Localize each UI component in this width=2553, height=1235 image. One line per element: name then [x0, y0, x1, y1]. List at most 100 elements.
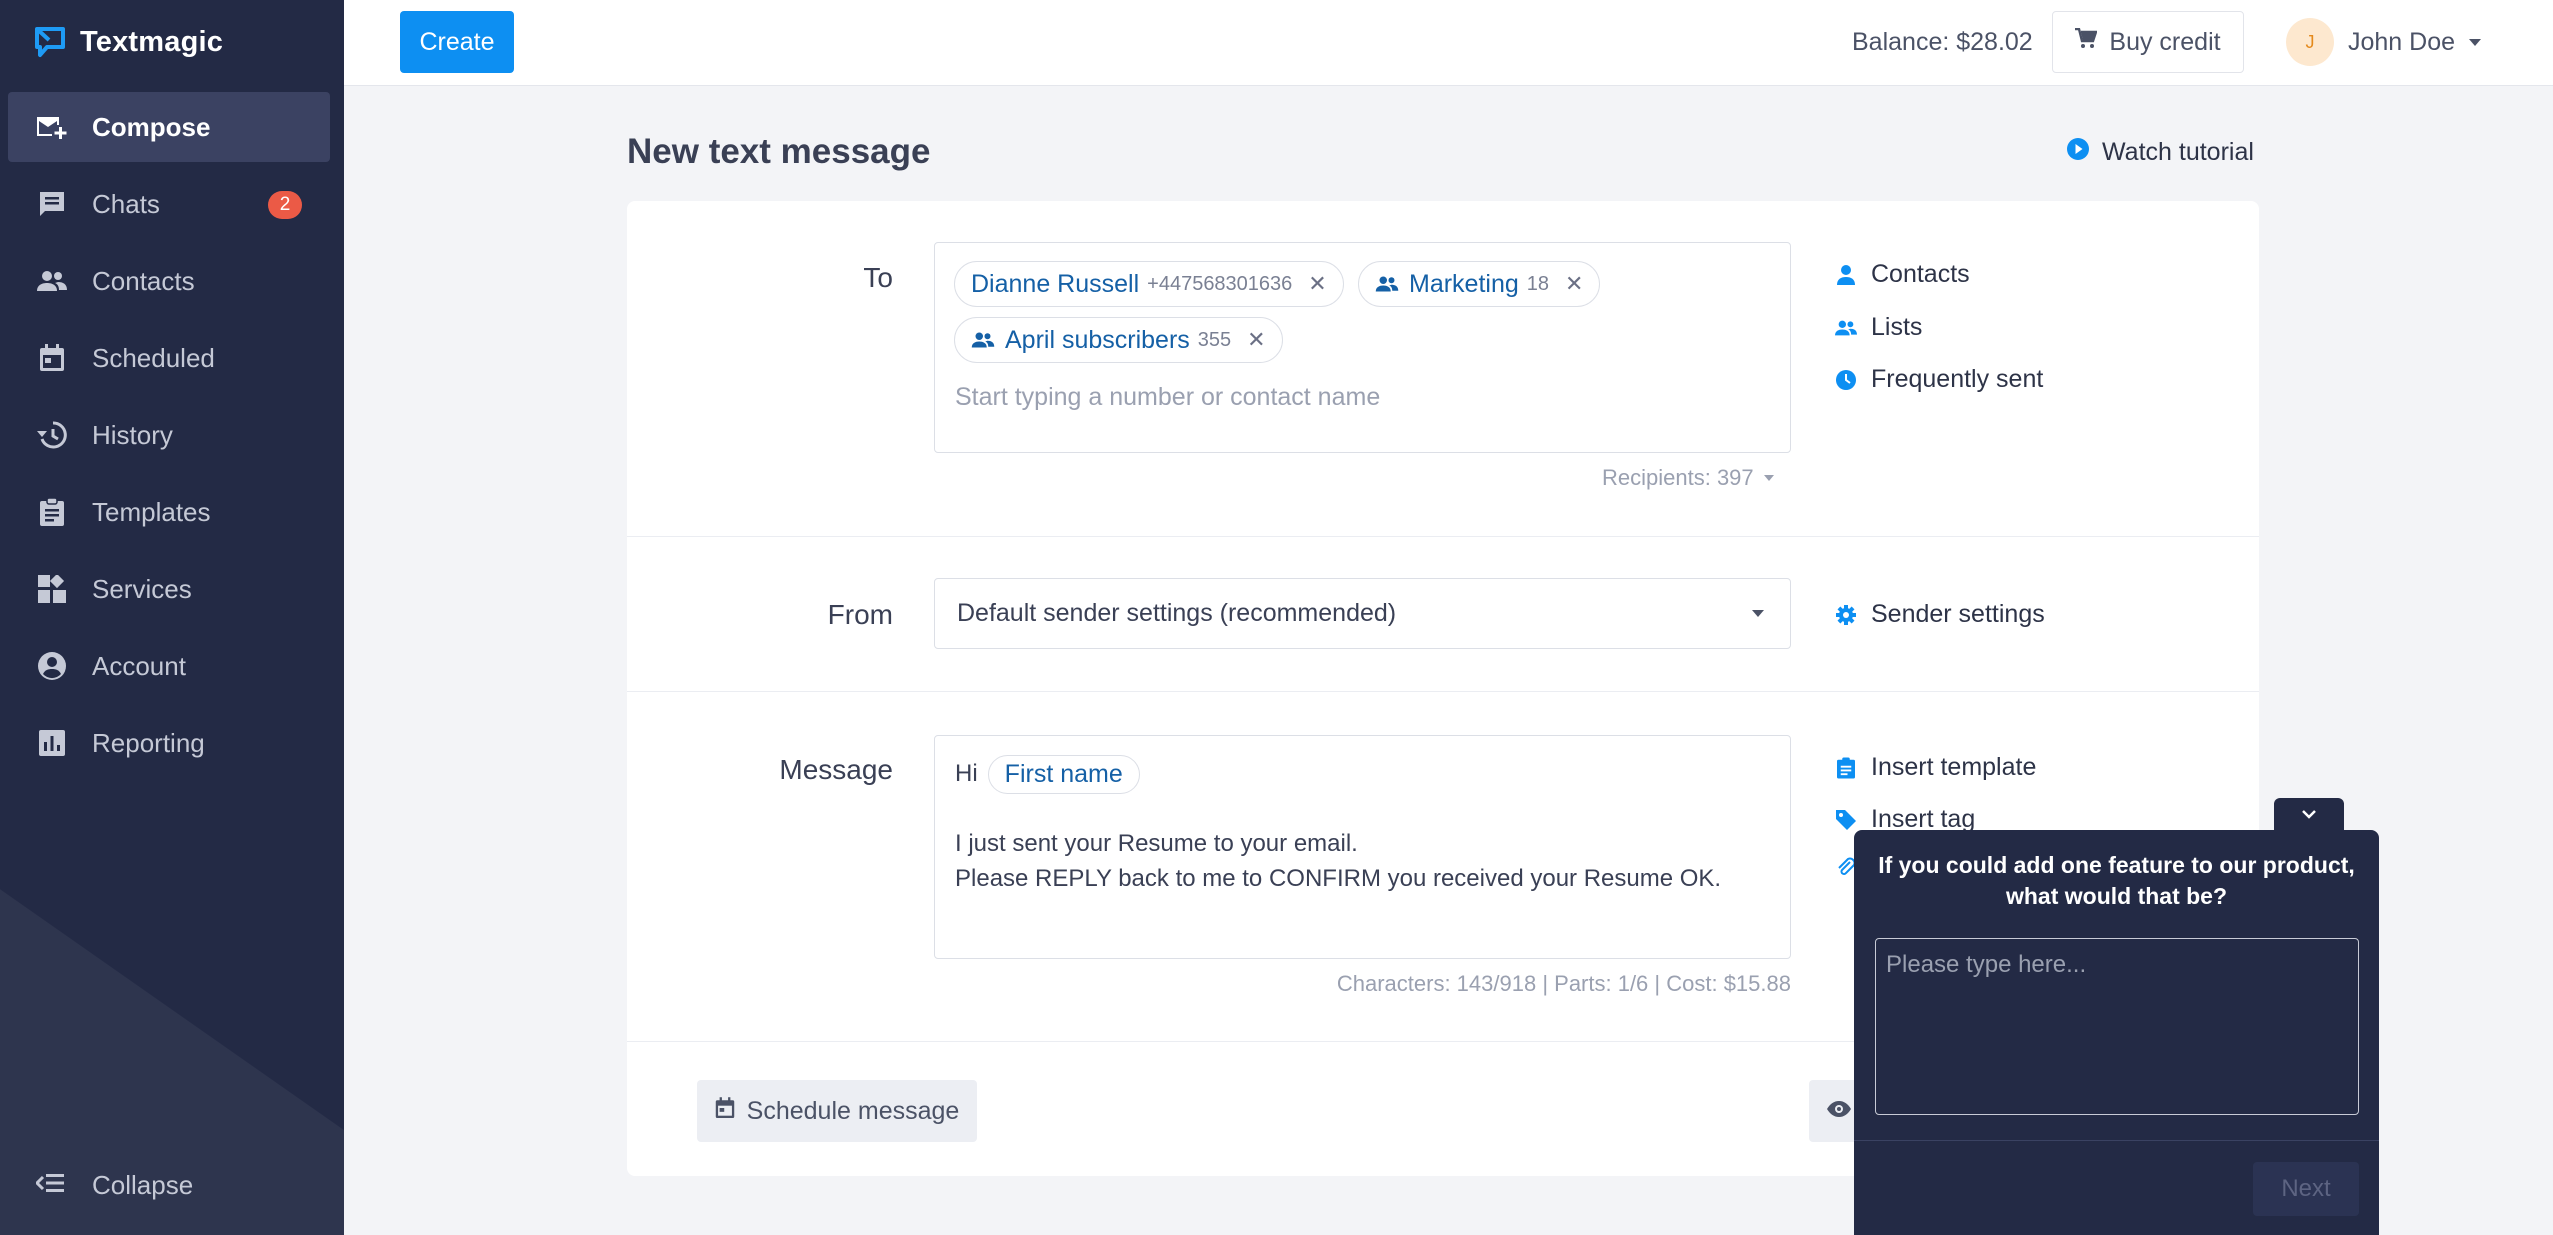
sidebar-item-chats[interactable]: Chats 2 [8, 169, 330, 239]
sidebar-item-reporting[interactable]: Reporting [8, 708, 330, 778]
reporting-icon [36, 727, 68, 759]
group-icon [971, 331, 995, 349]
schedule-message-label: Schedule message [746, 1096, 960, 1125]
sidebar-item-compose[interactable]: Compose [8, 92, 330, 162]
sidebar-item-label: Compose [92, 111, 211, 142]
remove-chip-icon[interactable]: ✕ [1308, 271, 1326, 297]
buy-credit-button[interactable]: Buy credit [2052, 11, 2244, 73]
tag-icon [1835, 809, 1857, 830]
recipient-chip[interactable]: Dianne Russell +447568301636 ✕ [954, 261, 1344, 307]
sidebar-item-label: Services [92, 573, 192, 604]
recipients-count: Recipients: 397 [1602, 465, 1754, 490]
survey-minimize-button[interactable] [2274, 798, 2344, 832]
recipients-count-dropdown[interactable]: Recipients: 397 [1602, 465, 1774, 491]
feedback-survey: If you could add one feature to our prod… [1854, 830, 2379, 1235]
sender-settings-label: Sender settings [1871, 600, 2045, 628]
frequently-sent-link[interactable]: Frequently sent [1835, 365, 2043, 394]
history-icon [36, 419, 68, 451]
message-counters: Characters: 143/918 | Parts: 1/6 | Cost:… [1336, 971, 1791, 996]
message-greeting: Hi [955, 760, 978, 787]
sender-select[interactable]: Default sender settings (recommended) [934, 578, 1791, 649]
contacts-icon [36, 265, 68, 297]
recipients-field[interactable]: Dianne Russell +447568301636 ✕ Marketing… [934, 242, 1791, 453]
avatar: J [2286, 18, 2334, 66]
chevron-down-icon [2301, 806, 2317, 824]
watch-tutorial-label: Watch tutorial [2102, 138, 2254, 166]
app-logo[interactable]: Textmagic [34, 22, 223, 62]
first-name-tag[interactable]: First name [987, 754, 1140, 794]
user-menu[interactable]: J John Doe [2286, 18, 2482, 66]
survey-next-button[interactable]: Next [2253, 1162, 2359, 1216]
calendar-icon [715, 1096, 735, 1126]
sidebar-item-label: Contacts [92, 265, 195, 296]
message-label: Message [779, 754, 893, 785]
watch-tutorial-link[interactable]: Watch tutorial [2066, 137, 2254, 168]
sidebar-item-services[interactable]: Services [8, 554, 330, 624]
sidebar-item-templates[interactable]: Templates [8, 477, 330, 547]
message-line: I just sent your Resume to your email. [955, 830, 1358, 857]
play-icon [2066, 137, 2090, 168]
sidebar-item-label: History [92, 419, 173, 450]
schedule-message-button[interactable]: Schedule message [697, 1080, 977, 1142]
account-balance: Balance: $28.02 [1852, 28, 2033, 56]
divider [1854, 1140, 2379, 1141]
gear-icon [1835, 604, 1857, 625]
remove-chip-icon[interactable]: ✕ [1565, 271, 1583, 297]
clock-icon [1835, 369, 1857, 390]
collapse-icon [34, 1170, 68, 1201]
from-label: From [827, 599, 893, 630]
sidebar-item-label: Templates [92, 496, 211, 527]
remove-chip-icon[interactable]: ✕ [1247, 327, 1265, 353]
lists-link[interactable]: Lists [1835, 313, 1922, 342]
person-icon [1835, 264, 1857, 285]
contacts-link[interactable]: Contacts [1835, 260, 1970, 289]
eye-icon [1827, 1100, 1851, 1122]
divider [627, 536, 2259, 537]
chip-detail: +447568301636 [1147, 272, 1293, 295]
sidebar-item-account[interactable]: Account [8, 631, 330, 701]
app-name: Textmagic [80, 25, 224, 58]
chevron-down-icon [2469, 38, 2482, 46]
sidebar-item-label: Account [92, 650, 186, 681]
services-icon [36, 573, 68, 605]
compose-icon [36, 111, 68, 143]
message-textarea[interactable]: Hi First name I just sent your Resume to… [934, 735, 1791, 959]
chip-name: Dianne Russell [971, 269, 1140, 298]
page-title: New text message [627, 132, 931, 171]
chip-name: April subscribers [1005, 325, 1190, 354]
sender-settings-link[interactable]: Sender settings [1835, 600, 2045, 629]
unread-badge: 2 [268, 191, 302, 219]
sidebar-nav: Compose Chats 2 Contacts Scheduled Histo… [8, 92, 330, 785]
collapse-button[interactable]: Collapse [34, 1170, 194, 1201]
chevron-down-icon [1752, 610, 1764, 617]
survey-answer-input[interactable] [1875, 938, 2359, 1115]
sidebar-item-contacts[interactable]: Contacts [8, 246, 330, 316]
chat-icon [36, 188, 68, 220]
sidebar-item-scheduled[interactable]: Scheduled [8, 323, 330, 393]
group-icon [1375, 275, 1399, 293]
frequently-sent-label: Frequently sent [1871, 365, 2044, 393]
sidebar: Textmagic Compose Chats 2 Contacts Sched… [0, 0, 344, 1235]
insert-template-link[interactable]: Insert template [1835, 753, 2036, 782]
to-label: To [863, 262, 893, 293]
insert-template-label: Insert template [1871, 753, 2037, 781]
clipboard-icon [36, 496, 68, 528]
sidebar-item-label: Reporting [92, 727, 205, 758]
top-bar: Create Balance: $28.02 Buy credit J John… [344, 0, 2553, 86]
textmagic-logo-icon [34, 26, 66, 58]
chip-detail: 355 [1197, 328, 1232, 351]
sidebar-item-label: Scheduled [92, 342, 215, 373]
user-name: John Doe [2348, 27, 2456, 56]
chip-name: Marketing [1409, 269, 1519, 298]
recipient-chip[interactable]: Marketing 18 ✕ [1358, 261, 1601, 307]
account-icon [36, 650, 68, 682]
lists-link-label: Lists [1871, 313, 1923, 341]
calendar-icon [36, 342, 68, 374]
sidebar-item-history[interactable]: History [8, 400, 330, 470]
collapse-label: Collapse [92, 1170, 194, 1200]
buy-credit-label: Buy credit [2109, 27, 2221, 56]
recipient-chip[interactable]: April subscribers 355 ✕ [954, 317, 1283, 363]
create-button[interactable]: Create [400, 11, 514, 73]
chevron-down-icon [1763, 475, 1774, 481]
recipient-search-input[interactable]: Start typing a number or contact name [955, 383, 1380, 412]
